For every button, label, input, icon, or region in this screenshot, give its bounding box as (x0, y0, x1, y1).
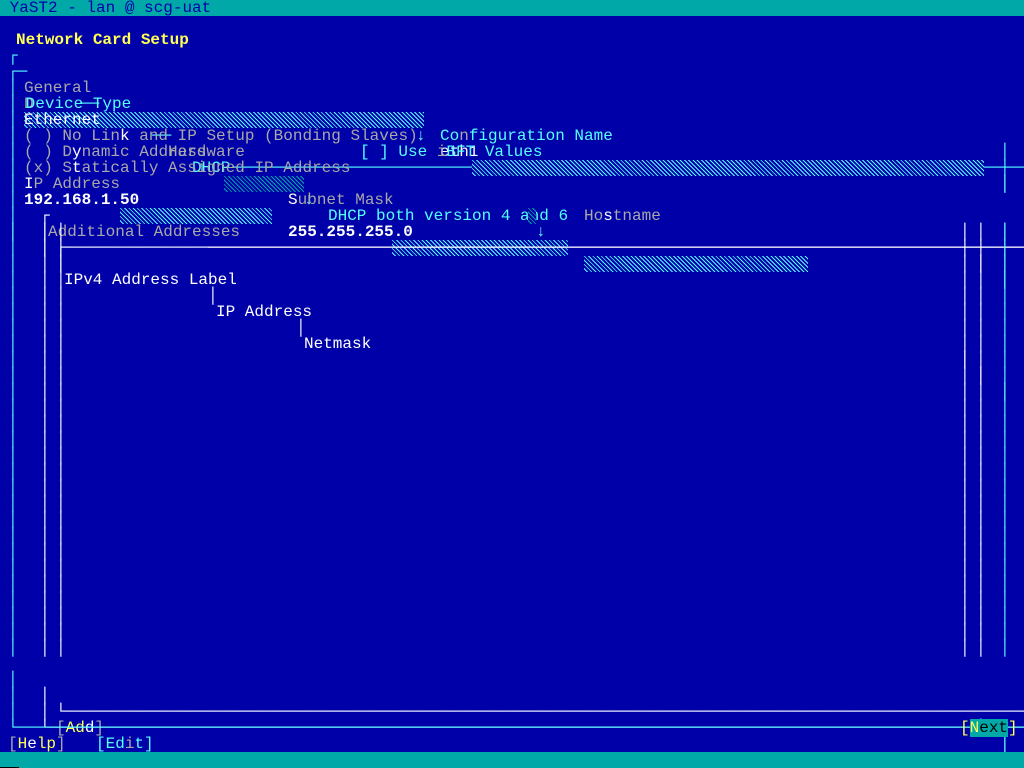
title-bar: YaST2 - lan @ scg-uat (0, 0, 1024, 16)
next-button[interactable]: [Next] (960, 720, 1018, 736)
page-title: Network Card Setup (16, 32, 189, 48)
fkey-bar: F1 Help F3 Add F9 Cancel F10 Next (0, 752, 1024, 768)
